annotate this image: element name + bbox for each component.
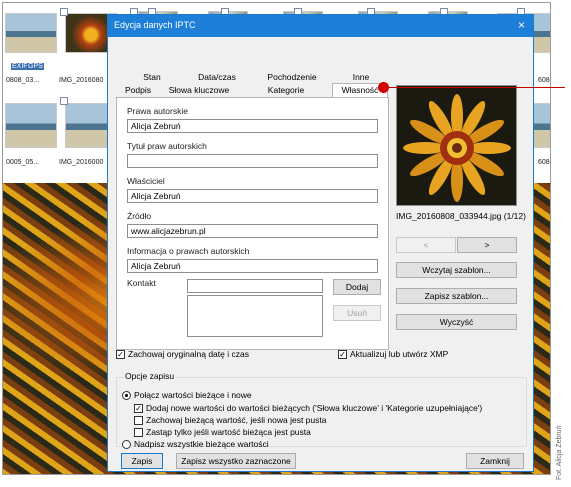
radio-selected-icon [122,391,131,401]
photo-credit: Fot. Alicja Żebruń [556,425,563,480]
thumbnail-checkbox[interactable] [60,97,68,105]
thumbnail-label: IMG_2016000 [59,159,104,166]
copyright-title-label: Tytuł praw autorskich [127,141,207,151]
checkbox-icon [134,428,143,438]
callout-line [384,87,565,88]
load-template-button[interactable]: Wczytaj szablon... [396,262,517,278]
merge-label: Połącz wartości bieżące i nowe [134,390,252,400]
thumbnail[interactable] [5,13,57,53]
tab-row-bottom: Podpis Słowa kluczowe Kategorie Własność [116,83,389,97]
rights-info-label: Informacja o prawach autorskich [127,246,250,256]
add-new-label: Dodaj nowe wartości do wartości bieżącyc… [146,403,483,413]
iptc-edit-dialog: Edycja danych IPTC × Stan Data/czas Poch… [107,14,534,472]
tab-status[interactable]: Stan [122,71,182,83]
exif-badge: EXIF [11,63,29,70]
add-new-checkbox[interactable]: ✓ Dodaj nowe wartości do wartości bieżący… [134,403,483,414]
checkmark-icon: ✓ [134,404,143,414]
keep-current-checkbox[interactable]: Zachowaj bieżącą wartość, jeśli nowa jes… [134,415,327,426]
contact-list[interactable] [187,295,323,337]
flower-image [397,86,516,205]
clear-button[interactable]: Wyczyść [396,314,517,330]
copyright-field[interactable]: Alicja Zebruń [127,119,378,133]
owner-field[interactable]: Alicja Zebruń [127,189,378,203]
dialog-title: Edycja danych IPTC [114,20,196,30]
thumbnail-label: IMG_2016080 [59,77,104,84]
contact-label: Kontakt [127,278,156,288]
radio-icon [122,440,131,450]
close-button[interactable]: Zamknij [466,453,524,469]
close-icon[interactable]: × [518,18,525,32]
tab-keywords[interactable]: Słowa kluczowe [160,84,238,96]
overwrite-radio[interactable]: Nadpisz wszystkie bieżące wartości [122,439,269,450]
add-button[interactable]: Dodaj [333,279,381,295]
save-all-button[interactable]: Zapisz wszystko zaznaczone [176,453,296,469]
keep-current-label: Zachowaj bieżącą wartość, jeśli nowa jes… [146,415,327,425]
copyright-title-field[interactable] [127,154,378,168]
tab-row-top: Stan Data/czas Pochodzenie Inne [116,71,389,83]
tab-categories[interactable]: Kategorie [256,84,316,96]
thumbnail[interactable] [5,103,57,148]
thumbnail-label: 6080 [538,159,550,166]
dialog-titlebar[interactable]: Edycja danych IPTC × [108,15,533,37]
checkbox-icon [134,416,143,426]
gps-badge: GPS [27,63,44,70]
contact-field[interactable] [187,279,323,293]
image-preview [396,85,517,206]
tab-origin[interactable]: Pochodzenie [252,71,332,83]
tab-caption[interactable]: Podpis [118,84,158,96]
next-button[interactable]: > [457,237,517,253]
copyright-label: Prawa autorskie [127,106,188,116]
thumbnail-label: 6080 [538,77,550,84]
thumbnail-label: 0005_05... [6,159,40,166]
owner-label: Właściciel [127,176,165,186]
remove-button[interactable]: Usuń [333,305,381,321]
save-template-button[interactable]: Zapisz szablon... [396,288,517,304]
rights-info-field[interactable]: Alicja Zebruń [127,259,378,273]
preview-caption: IMG_20160808_033944.jpg (1/12) [396,211,526,221]
tab-datetime[interactable]: Data/czas [182,71,252,83]
replace-only-checkbox[interactable]: Zastąp tylko jeśli wartość bieżąca jest … [134,427,311,438]
ownership-panel: Prawa autorskie Alicja Zebruń Tytuł praw… [116,97,389,350]
save-button[interactable]: Zapis [121,453,163,469]
replace-only-label: Zastąp tylko jeśli wartość bieżąca jest … [146,427,311,437]
merge-radio[interactable]: Połącz wartości bieżące i nowe [122,390,252,401]
thumbnail-checkbox[interactable] [60,8,68,16]
source-field[interactable]: www.alicjazebrun.pl [127,224,378,238]
update-xmp-checkbox[interactable]: ✓ Aktualizuj lub utwórz XMP [338,349,449,360]
checkmark-icon: ✓ [338,350,347,360]
prev-button[interactable]: < [396,237,456,253]
callout-marker [378,82,389,93]
keep-date-checkbox[interactable]: ✓ Zachowaj oryginalną datę i czas [116,349,249,360]
update-xmp-label: Aktualizuj lub utwórz XMP [350,349,449,359]
source-label: Źródło [127,211,152,221]
thumbnail-label: 0808_03... [6,77,40,84]
checkmark-icon: ✓ [116,350,125,360]
overwrite-label: Nadpisz wszystkie bieżące wartości [134,439,269,449]
keep-date-label: Zachowaj oryginalną datę i czas [128,349,249,359]
save-options-label: Opcje zapisu [123,371,177,381]
